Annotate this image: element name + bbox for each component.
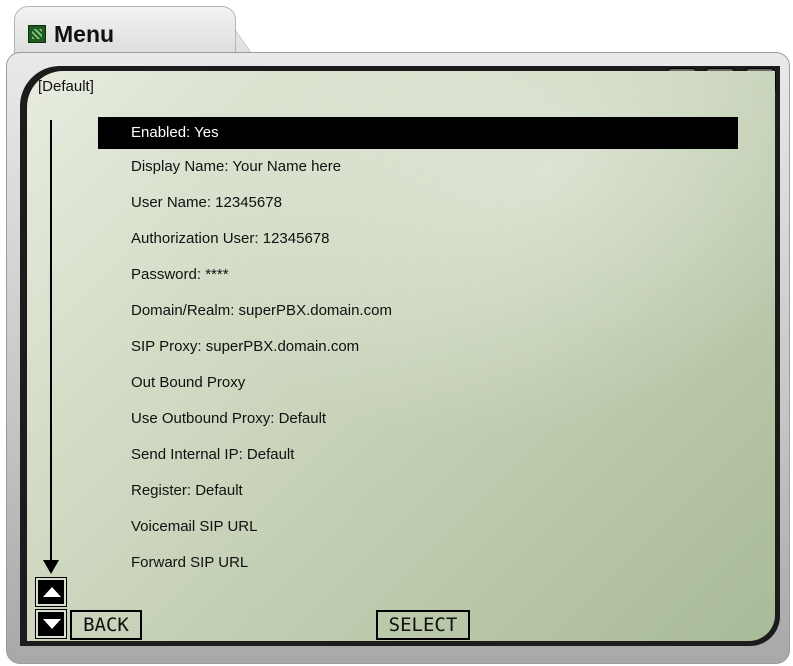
select-button[interactable]: SELECT bbox=[376, 610, 470, 640]
scroll-up-button[interactable] bbox=[35, 577, 67, 607]
menu-window: Menu ? X [Default] Enabled: YesDisplay N… bbox=[0, 0, 793, 666]
menu-item[interactable]: Use Outbound Proxy: Default bbox=[98, 401, 738, 437]
menu-item[interactable]: Authorization User: 12345678 bbox=[98, 221, 738, 257]
menu-list: Enabled: Yes Display Name: Your Name here… bbox=[98, 111, 738, 581]
menu-item[interactable]: Display Name: Your Name here bbox=[98, 149, 738, 185]
menu-item[interactable]: Forward SIP URL bbox=[98, 545, 738, 581]
menu-item[interactable]: Voicemail SIP URL bbox=[98, 509, 738, 545]
arrow-up-icon bbox=[43, 587, 61, 597]
menu-item[interactable]: Domain/Realm: superPBX.domain.com bbox=[98, 293, 738, 329]
scroll-indicator-line bbox=[50, 120, 52, 568]
window-title: Menu bbox=[54, 21, 115, 47]
arrow-down-icon bbox=[43, 619, 61, 629]
scroll-down-button[interactable] bbox=[35, 609, 67, 639]
scroll-down-indicator-icon bbox=[43, 560, 59, 574]
back-button[interactable]: BACK bbox=[70, 610, 142, 640]
menu-item[interactable]: Out Bound Proxy bbox=[98, 365, 738, 401]
menu-item[interactable]: User Name: 12345678 bbox=[98, 185, 738, 221]
menu-item[interactable]: Register: Default bbox=[98, 473, 738, 509]
menu-item[interactable]: Send Internal IP: Default bbox=[98, 437, 738, 473]
profile-label: [Default] bbox=[38, 78, 94, 95]
menu-item[interactable]: SIP Proxy: superPBX.domain.com bbox=[98, 329, 738, 365]
menu-item[interactable]: Password: **** bbox=[98, 257, 738, 293]
menu-item[interactable]: Enabled: Yes bbox=[98, 117, 738, 149]
menu-grid-icon bbox=[28, 25, 46, 43]
